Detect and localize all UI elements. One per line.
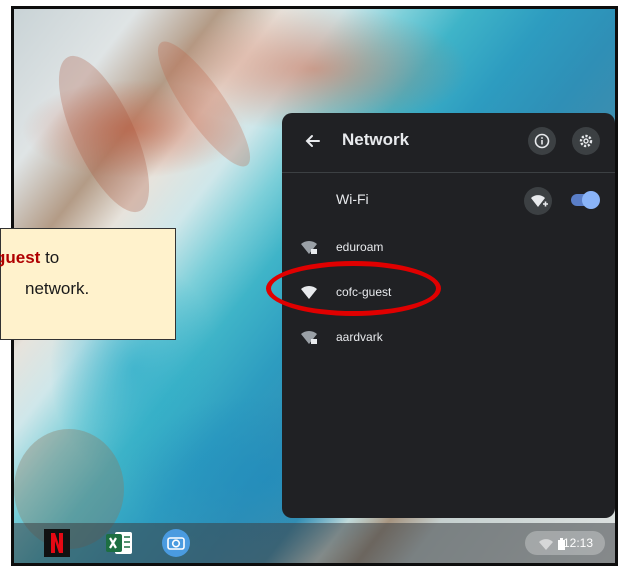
wifi-row: Wi-Fi [282, 185, 615, 215]
gear-icon[interactable] [572, 127, 600, 155]
add-network-icon[interactable] [524, 187, 552, 215]
shelf: 12:13 [14, 523, 615, 563]
wifi-locked-icon [300, 328, 318, 346]
panel-title: Network [342, 130, 410, 149]
panel-divider [282, 172, 615, 173]
camera-icon[interactable] [161, 528, 191, 558]
network-panel: Network Wi-Fi eduroam cofc-guest aardvar… [282, 113, 615, 518]
network-name: eduroam [336, 240, 384, 254]
netflix-icon[interactable] [42, 528, 72, 558]
status-tray[interactable]: 12:13 [525, 531, 605, 555]
callout-highlight: guest [0, 248, 41, 267]
panel-header: Network [282, 113, 615, 169]
clock: 12:13 [562, 536, 593, 550]
wifi-toggle[interactable] [571, 191, 600, 209]
callout-text: guest to network. [0, 242, 171, 304]
arrow-left-icon[interactable] [302, 130, 324, 152]
callout-line-2: network. [25, 279, 90, 298]
info-icon[interactable] [528, 127, 556, 155]
wifi-label: Wi-Fi [336, 191, 369, 207]
highlight-ring [266, 261, 441, 316]
callout-line-1: guest to [0, 242, 171, 273]
network-item-eduroam[interactable]: eduroam [282, 233, 615, 263]
wifi-locked-icon [300, 238, 318, 256]
wifi-toggle-knob [582, 191, 600, 209]
wifi-status-icon [539, 537, 553, 555]
network-item-aardvark[interactable]: aardvark [282, 323, 615, 353]
instruction-callout: guest to network. [0, 228, 176, 340]
network-name: aardvark [336, 330, 383, 344]
excel-icon[interactable] [104, 528, 134, 558]
callout-line-1-rest: to [40, 248, 60, 267]
